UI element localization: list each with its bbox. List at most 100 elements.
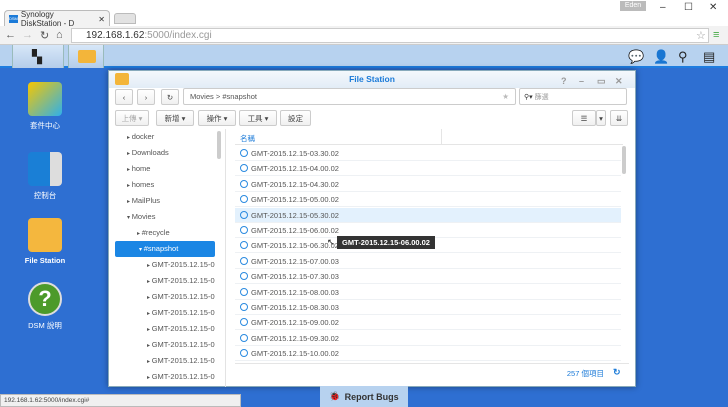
tree-item-label: GMT-2015.12.15-0: [151, 292, 215, 301]
settings-button[interactable]: 設定: [280, 110, 311, 126]
profile-button[interactable]: Eden: [620, 1, 646, 11]
new-tab-button[interactable]: [114, 13, 136, 24]
view-mode-button[interactable]: ☰: [572, 110, 596, 126]
window-titlebar[interactable]: File Station ? – ▭ ✕: [109, 71, 635, 88]
favorite-star-icon[interactable]: ★: [502, 92, 509, 101]
file-row[interactable]: GMT-2015.12.15-04.00.02: [235, 161, 621, 177]
home-icon[interactable]: ⌂: [56, 29, 63, 41]
file-row[interactable]: GMT-2015.12.15-05.00.02: [235, 192, 621, 208]
file-row[interactable]: GMT-2015.12.15-07.30.03: [235, 269, 621, 285]
forward-icon[interactable]: →: [22, 29, 33, 41]
tree-item[interactable]: ▸ GMT-2015.12.15-0: [109, 305, 217, 321]
back-button[interactable]: ‹: [115, 89, 133, 105]
desktop-control-panel[interactable]: 控制台: [20, 152, 70, 201]
tree-item-label: GMT-2015.12.15-0: [151, 356, 215, 365]
browser-tab[interactable]: DSM Synology DiskStation - D ✕: [4, 10, 110, 28]
tree-item[interactable]: ▸ home: [109, 161, 217, 177]
url-host: 192.168.1.62: [86, 30, 145, 41]
file-row[interactable]: GMT-2015.12.15-08.00.03: [235, 285, 621, 300]
tree-item-label: GMT-2015.12.15-0: [151, 276, 215, 285]
desktop-dsm-help[interactable]: ? DSM 說明: [20, 282, 70, 331]
pane-divider[interactable]: [225, 129, 226, 387]
tree-item[interactable]: ▸ GMT-2015.12.15-0: [109, 257, 217, 273]
breadcrumb-separator: >: [215, 92, 221, 101]
menu-icon[interactable]: ≡: [713, 29, 719, 41]
main-menu-button[interactable]: ▚: [12, 45, 64, 68]
close-tab-icon[interactable]: ✕: [98, 15, 105, 24]
tree-item-label: MailPlus: [131, 196, 161, 205]
tree-item[interactable]: ▸ GMT-2015.12.15-0: [109, 369, 217, 385]
tree-item[interactable]: ▾ Movies: [109, 209, 217, 225]
snapshot-clock-icon: [240, 164, 248, 173]
file-name: GMT-2015.12.15-06.00.02: [251, 226, 339, 235]
tree-item[interactable]: ▸ GMT-2015.12.15-0: [109, 289, 217, 305]
file-name: GMT-2015.12.15-05.00.02: [251, 195, 339, 205]
file-row[interactable]: GMT-2015.12.15-05.30.02: [235, 207, 621, 223]
tree-item[interactable]: ▸ GMT-2015.12.15-0: [109, 337, 217, 353]
file-row[interactable]: GMT-2015.12.15-08.30.03: [235, 300, 621, 315]
widgets-icon[interactable]: ▤: [703, 49, 715, 65]
tree-item[interactable]: ▸ GMT-2015.12.15-0: [109, 273, 217, 289]
tree-item[interactable]: ▸ #recycle: [109, 225, 217, 241]
file-row[interactable]: GMT-2015.12.15-04.30.02: [235, 177, 621, 192]
back-icon[interactable]: ←: [5, 29, 16, 41]
file-row[interactable]: GMT-2015.12.15-09.30.02: [235, 331, 621, 346]
view-mode-dropdown[interactable]: ▾: [596, 110, 606, 126]
tree-item-label: GMT-2015.12.15-0: [151, 324, 215, 333]
tree-item[interactable]: ▸ MailPlus: [109, 193, 217, 209]
minimize-icon[interactable]: –: [660, 2, 666, 13]
desktop-package-center[interactable]: 套件中心: [20, 82, 70, 131]
tree-item-label: GMT-2015.12.15-0: [151, 340, 215, 349]
snapshot-clock-icon: [240, 256, 248, 265]
item-count: 257 個項目: [566, 369, 604, 378]
tree-item-label: GMT-2015.12.15-0: [151, 308, 215, 317]
snapshot-clock-icon: [240, 210, 248, 219]
tree-item[interactable]: ▸ docker: [109, 129, 217, 145]
url-input[interactable]: 192.168.1.62:5000/index.cgi: [71, 28, 709, 43]
reload-icon[interactable]: ↻: [40, 29, 49, 42]
file-name: GMT-2015.12.15-09.30.02: [251, 333, 339, 343]
file-row[interactable]: GMT-2015.12.15-03.30.02: [235, 146, 621, 161]
report-bugs-button[interactable]: 🐞 Report Bugs: [320, 386, 408, 407]
tree-item[interactable]: ▸ GMT-2015.12.15-0: [109, 353, 217, 369]
breadcrumb-movies: Movies: [190, 92, 214, 101]
file-name: GMT-2015.12.15-04.30.02: [251, 179, 339, 189]
file-name: GMT-2015.12.15-06.30.02: [251, 241, 339, 251]
snapshot-clock-icon: [240, 287, 248, 296]
help-icon: ?: [28, 282, 62, 316]
user-icon[interactable]: 👤: [653, 49, 669, 65]
tree-item[interactable]: ▸ GMT-2015.12.15-0: [109, 321, 217, 337]
snapshot-clock-icon: [240, 179, 248, 188]
taskbar-file-station[interactable]: [68, 45, 104, 68]
upload-button[interactable]: 上傳 ▾: [115, 110, 149, 126]
bookmark-star-icon[interactable]: ☆: [696, 29, 706, 42]
file-name: GMT-2015.12.15-03.30.02: [251, 149, 339, 158]
file-name: GMT-2015.12.15-09.00.02: [251, 318, 339, 328]
file-row[interactable]: GMT-2015.12.15-10.00.02: [235, 346, 621, 362]
dsm-taskbar: ▚ 💬 👤 ⚲ ▤: [0, 45, 728, 68]
file-row[interactable]: GMT-2015.12.15-09.00.02: [235, 315, 621, 331]
search-icon[interactable]: ⚲: [678, 49, 688, 65]
refresh-button[interactable]: ↻: [161, 89, 179, 105]
create-button[interactable]: 新增 ▾: [156, 110, 194, 126]
sort-button[interactable]: ⇊: [610, 110, 628, 126]
tree-item[interactable]: ▾ #snapshot: [115, 241, 215, 257]
file-row[interactable]: GMT-2015.12.15-07.00.03: [235, 254, 621, 269]
notifications-icon[interactable]: 💬: [628, 49, 644, 65]
forward-button[interactable]: ›: [137, 89, 155, 105]
snapshot-clock-icon: [240, 333, 248, 342]
tree-item-label: #snapshot: [143, 244, 179, 253]
desktop-file-station[interactable]: File Station: [20, 218, 70, 265]
refresh-count-icon[interactable]: ↻: [613, 367, 621, 378]
tree-item[interactable]: ▸ Downloads: [109, 145, 217, 161]
column-header-name[interactable]: 名稱: [235, 129, 623, 145]
close-icon[interactable]: ✕: [709, 2, 717, 13]
action-button[interactable]: 操作 ▾: [198, 110, 236, 126]
tree-scrollbar[interactable]: [217, 131, 221, 159]
path-bar[interactable]: Movies > #snapshot ★: [183, 88, 516, 105]
list-scrollbar[interactable]: [622, 146, 626, 174]
tools-button[interactable]: 工具 ▾: [239, 110, 277, 126]
maximize-icon[interactable]: ☐: [684, 2, 693, 13]
filter-input[interactable]: ⚲▾ 篩選: [519, 88, 627, 105]
tree-item[interactable]: ▸ homes: [109, 177, 217, 193]
